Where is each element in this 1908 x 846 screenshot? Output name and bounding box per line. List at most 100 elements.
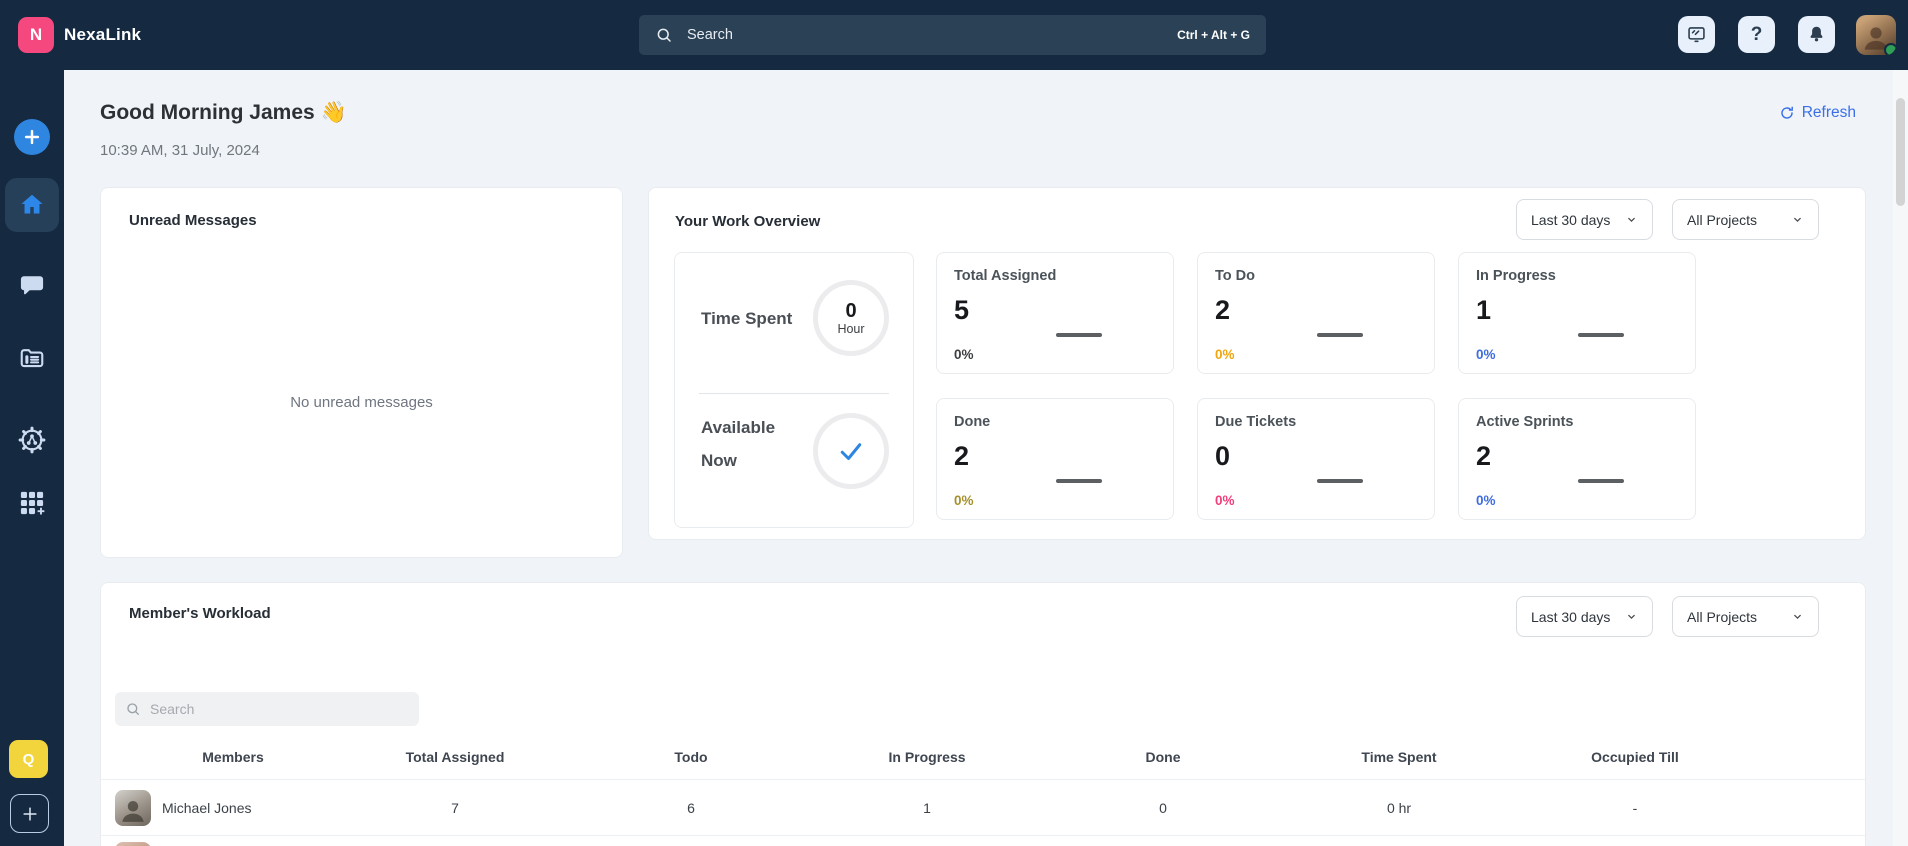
unread-messages-title: Unread Messages <box>129 212 257 229</box>
stat-card-active-sprints[interactable]: Active Sprints 2 0% <box>1458 398 1696 520</box>
cell-todo: 6 <box>573 800 809 816</box>
sidebar-item-apps[interactable] <box>0 489 64 517</box>
stat-percent: 0% <box>1476 493 1496 508</box>
member-avatar <box>115 790 151 826</box>
refresh-icon <box>1779 105 1795 121</box>
stat-percent: 0% <box>954 493 974 508</box>
time-availability-card: Time Spent 0 Hour Available Now <box>674 252 914 528</box>
notifications-button[interactable] <box>1798 16 1835 53</box>
chevron-down-icon <box>1791 610 1804 623</box>
stat-percent: 0% <box>954 347 974 362</box>
availability-label-line2: Now <box>701 444 775 477</box>
overview-project-value: All Projects <box>1687 212 1757 228</box>
apps-grid-icon <box>18 489 46 517</box>
automation-gear-icon <box>18 426 46 454</box>
sidebar-item-home[interactable] <box>5 178 59 232</box>
projects-folder-icon <box>18 343 46 371</box>
stat-card-in-progress[interactable]: In Progress 1 0% <box>1458 252 1696 374</box>
chevron-down-icon <box>1791 213 1804 226</box>
avatar-person-icon <box>118 795 148 825</box>
work-overview-title: Your Work Overview <box>675 213 820 230</box>
app-logo[interactable]: N <box>18 17 54 53</box>
stat-percent: 0% <box>1215 347 1235 362</box>
column-header-members[interactable]: Members <box>101 749 337 765</box>
members-search-box[interactable] <box>115 692 419 726</box>
chat-bubble-icon <box>18 271 46 299</box>
stat-card-done[interactable]: Done 2 0% <box>936 398 1174 520</box>
global-search-input[interactable] <box>687 27 1177 43</box>
column-header-occupied-till[interactable]: Occupied Till <box>1517 749 1753 765</box>
refresh-label: Refresh <box>1802 104 1856 122</box>
chevron-down-icon <box>1625 610 1638 623</box>
stat-sparkline <box>1317 479 1363 483</box>
sidebar-item-projects[interactable] <box>0 343 64 371</box>
user-avatar[interactable] <box>1856 15 1896 55</box>
members-workload-title: Member's Workload <box>129 605 271 622</box>
chevron-down-icon <box>1625 213 1638 226</box>
global-search-bar[interactable]: Ctrl + Alt + G <box>639 15 1266 55</box>
table-row[interactable]: Michael Jones 7 6 1 0 0 hr - <box>101 780 1865 835</box>
availability-label-line1: Available <box>701 411 775 444</box>
unread-messages-empty-text: No unread messages <box>101 394 622 411</box>
members-search-input[interactable] <box>150 701 409 717</box>
help-button[interactable]: ? <box>1738 16 1775 53</box>
member-name: Michael Jones <box>162 800 252 816</box>
stat-value: 2 <box>954 441 969 472</box>
left-sidebar: Q <box>0 70 64 846</box>
unread-messages-card: Unread Messages No unread messages <box>100 187 623 558</box>
stat-label: Total Assigned <box>954 268 1056 284</box>
plus-outline-icon <box>20 804 40 824</box>
member-avatar <box>115 842 151 846</box>
stat-sparkline <box>1056 479 1102 483</box>
workload-table-header: Members Total Assigned Todo In Progress … <box>101 735 1865 779</box>
divider <box>699 393 889 394</box>
help-icon: ? <box>1751 24 1763 46</box>
stat-sparkline <box>1056 333 1102 337</box>
stat-label: Done <box>954 414 990 430</box>
stat-percent: 0% <box>1215 493 1235 508</box>
sidebar-add-button[interactable] <box>10 794 49 833</box>
column-header-done[interactable]: Done <box>1045 749 1281 765</box>
stat-card-total-assigned[interactable]: Total Assigned 5 0% <box>936 252 1174 374</box>
column-header-total-assigned[interactable]: Total Assigned <box>337 749 573 765</box>
overview-project-dropdown[interactable]: All Projects <box>1672 199 1819 240</box>
availability-label: Available Now <box>701 411 775 477</box>
page-scrollbar-thumb[interactable] <box>1896 98 1905 206</box>
divider <box>101 835 1865 836</box>
page-title: Good Morning James 👋 <box>100 101 347 125</box>
search-icon <box>655 26 673 44</box>
column-header-time-spent[interactable]: Time Spent <box>1281 749 1517 765</box>
home-icon <box>18 191 46 219</box>
column-header-in-progress[interactable]: In Progress <box>809 749 1045 765</box>
cell-done: 0 <box>1045 800 1281 816</box>
app-logo-letter: N <box>30 25 42 45</box>
time-spent-badge: 0 Hour <box>813 280 889 356</box>
overview-period-value: Last 30 days <box>1531 212 1610 228</box>
column-header-todo[interactable]: Todo <box>573 749 809 765</box>
whiteboard-button[interactable] <box>1678 16 1715 53</box>
sidebar-create-button[interactable] <box>0 119 64 155</box>
overview-period-dropdown[interactable]: Last 30 days <box>1516 199 1653 240</box>
bell-icon <box>1806 24 1827 45</box>
sidebar-item-automation[interactable] <box>0 426 64 454</box>
cell-in-progress: 1 <box>809 800 1045 816</box>
greeting-text: Good Morning James <box>100 101 315 124</box>
overview-stats-grid: Total Assigned 5 0% To Do 2 0% In Progre… <box>936 252 1696 520</box>
stat-value: 0 <box>1215 441 1230 472</box>
workload-period-dropdown[interactable]: Last 30 days <box>1516 596 1653 637</box>
availability-badge[interactable] <box>813 413 889 489</box>
workload-project-value: All Projects <box>1687 609 1757 625</box>
workload-table: Members Total Assigned Todo In Progress … <box>101 735 1865 836</box>
whiteboard-icon <box>1686 24 1707 45</box>
stat-value: 5 <box>954 295 969 326</box>
sidebar-item-chat[interactable] <box>0 271 64 299</box>
cell-occupied-till: - <box>1517 800 1753 816</box>
stat-sparkline <box>1317 333 1363 337</box>
cell-time-spent: 0 hr <box>1281 800 1517 816</box>
q-launcher-label: Q <box>23 751 35 768</box>
stat-card-todo[interactable]: To Do 2 0% <box>1197 252 1435 374</box>
workload-project-dropdown[interactable]: All Projects <box>1672 596 1819 637</box>
sidebar-q-launcher[interactable]: Q <box>9 740 48 778</box>
stat-card-due-tickets[interactable]: Due Tickets 0 0% <box>1197 398 1435 520</box>
refresh-button[interactable]: Refresh <box>1779 104 1856 122</box>
